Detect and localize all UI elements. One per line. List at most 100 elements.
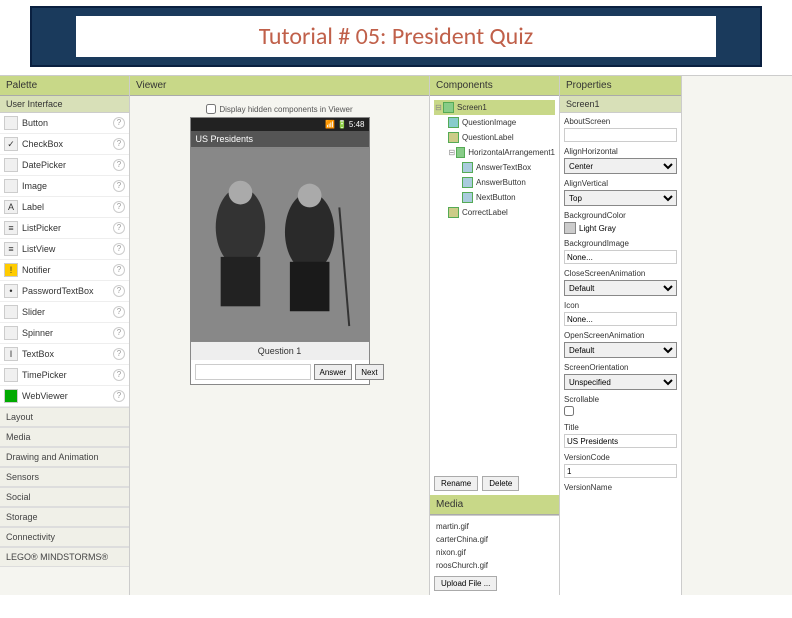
button-icon [462, 192, 473, 203]
password-icon: • [4, 284, 18, 298]
prop-screenorientation-select[interactable]: Unspecified [564, 374, 677, 390]
prop-icon-input[interactable] [564, 312, 677, 326]
tree-questionlabel[interactable]: QuestionLabel [434, 130, 555, 145]
checkbox-icon: ✓ [4, 137, 18, 151]
display-hidden-input[interactable] [206, 104, 216, 114]
media-item[interactable]: martin.gif [434, 520, 555, 533]
delete-button[interactable]: Delete [482, 476, 519, 491]
help-icon[interactable]: ? [113, 159, 125, 171]
answer-textbox[interactable] [195, 364, 311, 380]
prop-closescreenanimation-label: CloseScreenAnimation [564, 269, 677, 278]
tree-screen1[interactable]: ⊟Screen1 [434, 100, 555, 115]
component-buttons: Rename Delete [430, 472, 559, 495]
palette-item-datepicker[interactable]: DatePicker? [0, 155, 129, 176]
tree-horizontalarrangement[interactable]: ⊟HorizontalArrangement1 [434, 145, 555, 160]
palette-cat-lego[interactable]: LEGO® MINDSTORMS® [0, 547, 129, 567]
palette-item-listview[interactable]: ≡ListView? [0, 239, 129, 260]
palette-item-spinner[interactable]: Spinner? [0, 323, 129, 344]
prop-versionname-label: VersionName [564, 483, 677, 492]
tree-label: QuestionImage [462, 118, 516, 127]
palette-item-label: PasswordTextBox [22, 286, 94, 296]
viewer-header: Viewer [130, 76, 429, 96]
palette-item-textbox[interactable]: ITextBox? [0, 344, 129, 365]
help-icon[interactable]: ? [113, 285, 125, 297]
rename-button[interactable]: Rename [434, 476, 478, 491]
prop-openscreenanimation-label: OpenScreenAnimation [564, 331, 677, 340]
slider-icon [4, 305, 18, 319]
upload-file-button[interactable]: Upload File ... [434, 576, 497, 591]
palette-item-image[interactable]: Image? [0, 176, 129, 197]
help-icon[interactable]: ? [113, 243, 125, 255]
prop-backgroundcolor-picker[interactable]: Light Gray [564, 222, 677, 234]
palette-item-label: TextBox [22, 349, 54, 359]
properties-panel: Properties Screen1 AboutScreen AlignHori… [560, 76, 682, 595]
webviewer-icon [4, 389, 18, 403]
tree-correctlabel[interactable]: CorrectLabel [434, 205, 555, 220]
signal-icon: 📶 [325, 120, 335, 129]
palette-cat-social[interactable]: Social [0, 487, 129, 507]
media-item[interactable]: carterChina.gif [434, 533, 555, 546]
help-icon[interactable]: ? [113, 306, 125, 318]
palette-cat-storage[interactable]: Storage [0, 507, 129, 527]
phone-preview[interactable]: 📶 🔋 5:48 US Presidents [190, 117, 370, 385]
palette-item-slider[interactable]: Slider? [0, 302, 129, 323]
palette-item-timepicker[interactable]: TimePicker? [0, 365, 129, 386]
prop-versioncode-input[interactable] [564, 464, 677, 478]
display-hidden-label: Display hidden components in Viewer [219, 105, 352, 114]
palette-item-label: Spinner [22, 328, 53, 338]
prop-alignhorizontal-select[interactable]: Center [564, 158, 677, 174]
tree-questionimage[interactable]: QuestionImage [434, 115, 555, 130]
palette-item-checkbox[interactable]: ✓CheckBox? [0, 134, 129, 155]
help-icon[interactable]: ? [113, 264, 125, 276]
help-icon[interactable]: ? [113, 348, 125, 360]
palette-item-listpicker[interactable]: ≡ListPicker? [0, 218, 129, 239]
palette-list: Button? ✓CheckBox? DatePicker? Image? AL… [0, 113, 129, 407]
help-icon[interactable]: ? [113, 117, 125, 129]
palette-item-passwordtextbox[interactable]: • PasswordTextBox? [0, 281, 129, 302]
question-label: Question 1 [191, 342, 369, 360]
help-icon[interactable]: ? [113, 327, 125, 339]
tree-answerbutton[interactable]: AnswerButton [434, 175, 555, 190]
properties-selected: Screen1 [560, 96, 681, 113]
palette-subheader[interactable]: User Interface [0, 96, 129, 113]
next-button[interactable]: Next [355, 364, 383, 380]
palette-item-label[interactable]: ALabel? [0, 197, 129, 218]
prop-openscreenanimation-select[interactable]: Default [564, 342, 677, 358]
prop-aboutscreen-input[interactable] [564, 128, 677, 142]
prop-closescreenanimation-select[interactable]: Default [564, 280, 677, 296]
help-icon[interactable]: ? [113, 390, 125, 402]
help-icon[interactable]: ? [113, 201, 125, 213]
palette-cat-media[interactable]: Media [0, 427, 129, 447]
palette-item-label: Label [22, 202, 44, 212]
palette-cat-connectivity[interactable]: Connectivity [0, 527, 129, 547]
prop-title-input[interactable] [564, 434, 677, 448]
components-header: Components [430, 76, 559, 96]
help-icon[interactable]: ? [113, 222, 125, 234]
help-icon[interactable]: ? [113, 180, 125, 192]
tree-nextbutton[interactable]: NextButton [434, 190, 555, 205]
collapse-icon[interactable]: ⊟ [434, 103, 443, 112]
collapse-icon[interactable]: ⊟ [448, 148, 456, 157]
palette-cat-drawing[interactable]: Drawing and Animation [0, 447, 129, 467]
palette-item-notifier[interactable]: !Notifier? [0, 260, 129, 281]
tutorial-title-inner: Tutorial # 05: President Quiz [76, 16, 717, 57]
tutorial-title-bar: Tutorial # 05: President Quiz [30, 6, 762, 67]
media-item[interactable]: roosChurch.gif [434, 559, 555, 572]
prop-alignhorizontal-label: AlignHorizontal [564, 147, 677, 156]
palette-cat-sensors[interactable]: Sensors [0, 467, 129, 487]
tree-answertextbox[interactable]: AnswerTextBox [434, 160, 555, 175]
media-item[interactable]: nixon.gif [434, 546, 555, 559]
help-icon[interactable]: ? [113, 138, 125, 150]
prop-backgroundimage-input[interactable] [564, 250, 677, 264]
palette-item-button[interactable]: Button? [0, 113, 129, 134]
screen-icon [443, 102, 454, 113]
display-hidden-checkbox[interactable]: Display hidden components in Viewer [206, 104, 352, 114]
color-name: Light Gray [579, 224, 616, 233]
properties-header: Properties [560, 76, 681, 96]
answer-button[interactable]: Answer [314, 364, 353, 380]
palette-cat-layout[interactable]: Layout [0, 407, 129, 427]
help-icon[interactable]: ? [113, 369, 125, 381]
prop-scrollable-checkbox[interactable] [564, 406, 574, 416]
prop-alignvertical-select[interactable]: Top [564, 190, 677, 206]
palette-item-webviewer[interactable]: WebViewer? [0, 386, 129, 407]
